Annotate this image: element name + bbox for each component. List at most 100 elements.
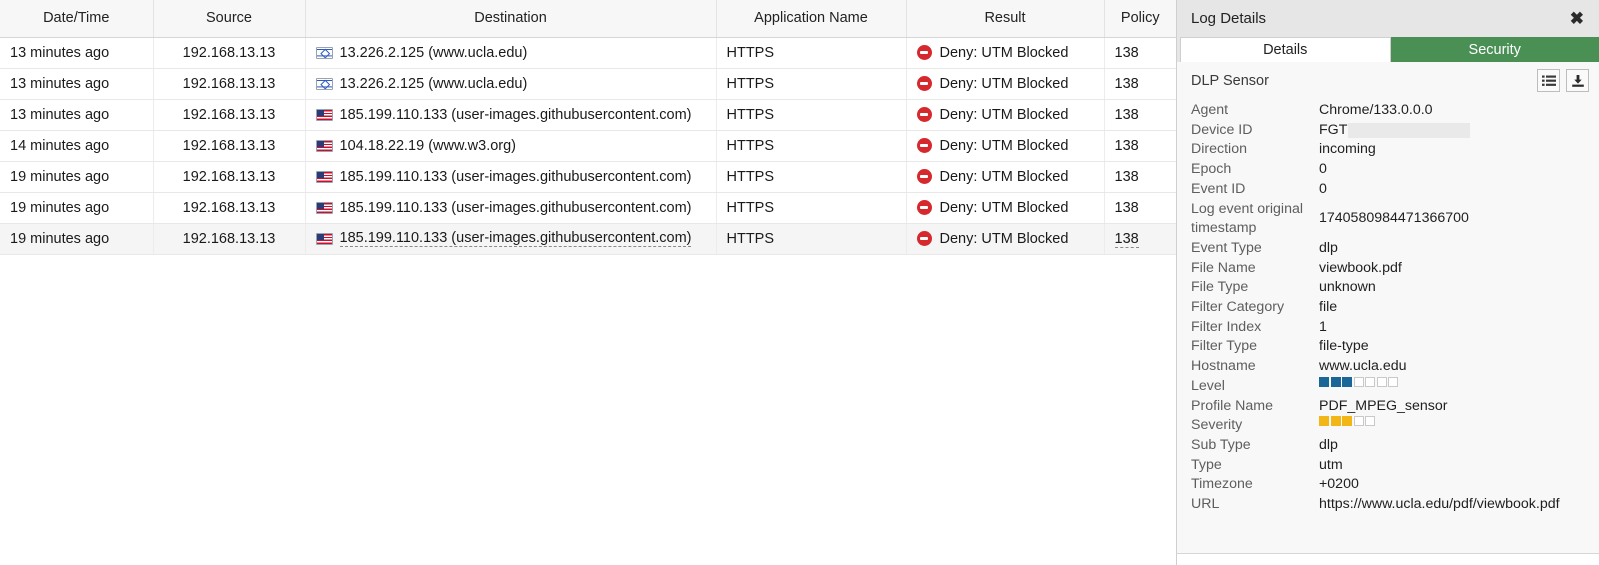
column-header-datetime[interactable]: Date/Time — [0, 0, 154, 38]
cell-source[interactable]: 192.168.13.13 — [153, 99, 306, 131]
cell-policy[interactable]: 138 — [1104, 37, 1176, 69]
table-row[interactable]: 14 minutes ago 192.168.13.13 104.18.22.19 … — [0, 130, 1176, 162]
panel-header: Log Details ✖ — [1177, 0, 1599, 37]
cell-result[interactable]: Deny: UTM Blocked — [906, 99, 1105, 131]
result-content: Deny: UTM Blocked — [916, 231, 1094, 247]
cell-source[interactable]: 192.168.13.13 — [153, 161, 306, 193]
detail-field-row: File Name viewbook.pdf — [1191, 259, 1599, 279]
detail-field-value: https://www.ucla.edu/pdf/viewbook.pdf — [1319, 495, 1599, 515]
level-meter — [1319, 416, 1375, 427]
cell-application-name[interactable]: HTTPS — [716, 223, 907, 255]
table-row[interactable]: 19 minutes ago 192.168.13.13 185.199.110.1… — [0, 161, 1176, 193]
cell-application-name[interactable]: HTTPS — [716, 37, 907, 69]
il-flag-icon — [315, 46, 333, 59]
cell-application-name[interactable]: HTTPS — [716, 192, 907, 224]
detail-field-text: FGT — [1319, 121, 1348, 138]
cell-datetime: 19 minutes ago — [0, 161, 154, 193]
log-table: Date/Time Source Destination Application… — [0, 0, 1176, 255]
download-icon[interactable] — [1566, 69, 1589, 92]
detail-field-value: 0 — [1319, 160, 1599, 180]
cell-policy[interactable]: 138 — [1104, 223, 1176, 255]
cell-result[interactable]: Deny: UTM Blocked — [906, 161, 1105, 193]
cell-result[interactable]: Deny: UTM Blocked — [906, 68, 1105, 100]
table-row[interactable]: 19 minutes ago 192.168.13.13 185.199.110.1… — [0, 192, 1176, 224]
deny-icon — [916, 231, 932, 246]
log-details-panel: Log Details ✖ Details Security DLP Senso… — [1176, 0, 1599, 553]
detail-field-text: 1 — [1319, 318, 1327, 335]
column-header-application-name[interactable]: Application Name — [716, 0, 907, 38]
column-header-source[interactable]: Source — [153, 0, 306, 38]
destination-content: 13.226.2.125 (www.ucla.edu) — [315, 76, 706, 92]
detail-field-key: Event Type — [1191, 239, 1262, 256]
close-icon[interactable]: ✖ — [1568, 8, 1586, 29]
detail-field-key: Direction — [1191, 141, 1247, 158]
meter-segment — [1342, 416, 1352, 427]
detail-field-value: viewbook.pdf — [1319, 259, 1599, 279]
cell-application-name[interactable]: HTTPS — [716, 99, 907, 131]
table-row[interactable]: 13 minutes ago 192.168.13.13 13.226.2.125 … — [0, 68, 1176, 100]
cell-destination[interactable]: 185.199.110.133 (user-images.githubuserc… — [305, 161, 717, 193]
cell-application-name[interactable]: HTTPS — [716, 68, 907, 100]
table-row[interactable]: 19 minutes ago 192.168.13.13 185.199.110.1… — [0, 223, 1176, 255]
detail-field-text: 0 — [1319, 161, 1327, 178]
tab-details[interactable]: Details — [1180, 37, 1391, 62]
cell-source[interactable]: 192.168.13.13 — [153, 192, 306, 224]
cell-destination[interactable]: 104.18.22.19 (www.w3.org) — [305, 130, 717, 162]
cell-destination[interactable]: 13.226.2.125 (www.ucla.edu) — [305, 37, 717, 69]
detail-field-value: file-type — [1319, 337, 1599, 357]
column-header-destination[interactable]: Destination — [305, 0, 717, 38]
cell-policy[interactable]: 138 — [1104, 192, 1176, 224]
detail-field-key: Agent — [1191, 102, 1229, 118]
cell-application-name[interactable]: HTTPS — [716, 161, 907, 193]
detail-field-value: PDF_MPEG_sensor — [1319, 397, 1599, 417]
detail-field-text: file-type — [1319, 338, 1369, 355]
cell-datetime: 13 minutes ago — [0, 68, 154, 100]
list-view-icon[interactable] — [1537, 69, 1560, 92]
cell-source[interactable]: 192.168.13.13 — [153, 130, 306, 162]
cell-source[interactable]: 192.168.13.13 — [153, 37, 306, 69]
cell-datetime: 14 minutes ago — [0, 130, 154, 162]
cell-destination[interactable]: 185.199.110.133 (user-images.githubuserc… — [305, 99, 717, 131]
detail-field-value: dlp — [1319, 436, 1599, 456]
cell-policy[interactable]: 138 — [1104, 161, 1176, 193]
us-flag-icon — [315, 139, 333, 152]
deny-icon — [916, 45, 932, 60]
detail-field-text: +0200 — [1319, 476, 1359, 493]
destination-label: 13.226.2.125 (www.ucla.edu) — [339, 44, 528, 61]
meter-segment — [1365, 376, 1375, 387]
cell-policy[interactable]: 138 — [1104, 130, 1176, 162]
detail-field-row: Filter Index 1 — [1191, 318, 1599, 338]
us-flag-icon — [315, 108, 333, 121]
table-row[interactable]: 13 minutes ago 192.168.13.13 13.226.2.125 … — [0, 37, 1176, 69]
table-row[interactable]: 13 minutes ago 192.168.13.13 185.199.110.1… — [0, 99, 1176, 131]
column-header-result[interactable]: Result — [906, 0, 1105, 38]
cell-result[interactable]: Deny: UTM Blocked — [906, 223, 1105, 255]
detail-field-row: Device ID FGT — [1191, 121, 1599, 141]
cell-destination[interactable]: 13.226.2.125 (www.ucla.edu) — [305, 68, 717, 100]
destination-content: 185.199.110.133 (user-images.githubuserc… — [315, 200, 706, 216]
cell-result[interactable]: Deny: UTM Blocked — [906, 37, 1105, 69]
log-viewer-app: Date/Time Source Destination Application… — [0, 0, 1599, 565]
cell-result[interactable]: Deny: UTM Blocked — [906, 192, 1105, 224]
destination-content: 185.199.110.133 (user-images.githubuserc… — [315, 169, 706, 185]
cell-destination[interactable]: 185.199.110.133 (user-images.githubuserc… — [305, 223, 717, 255]
cell-source[interactable]: 192.168.13.13 — [153, 68, 306, 100]
detail-field-value: Chrome/133.0.0.0 — [1319, 101, 1599, 121]
column-header-policy[interactable]: Policy — [1104, 0, 1176, 38]
detail-field-text: viewbook.pdf — [1319, 259, 1402, 276]
cell-result[interactable]: Deny: UTM Blocked — [906, 130, 1105, 162]
destination-label: 104.18.22.19 (www.w3.org) — [339, 137, 517, 154]
cell-application-name[interactable]: HTTPS — [716, 130, 907, 162]
cell-destination[interactable]: 185.199.110.133 (user-images.githubuserc… — [305, 192, 717, 224]
destination-content: 104.18.22.19 (www.w3.org) — [315, 137, 706, 154]
detail-field-row: Epoch 0 — [1191, 160, 1599, 180]
tab-security[interactable]: Security — [1390, 37, 1599, 62]
detail-field-text: utm — [1319, 456, 1343, 473]
table-header-row: Date/Time Source Destination Application… — [0, 0, 1176, 38]
detail-field-value — [1319, 376, 1599, 387]
cell-policy[interactable]: 138 — [1104, 99, 1176, 131]
detail-field-row: Event ID 0 — [1191, 180, 1599, 200]
deny-icon — [916, 169, 932, 184]
cell-policy[interactable]: 138 — [1104, 68, 1176, 100]
cell-source[interactable]: 192.168.13.13 — [153, 223, 306, 255]
